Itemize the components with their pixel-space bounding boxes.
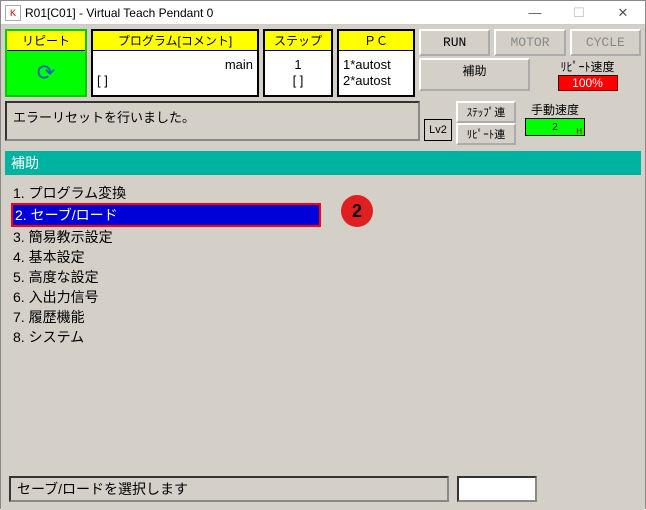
repeat-header: リピート: [7, 31, 85, 51]
repeat-speed-box: ﾘﾋﾟｰﾄ速度 100%: [534, 58, 641, 91]
step-column: ｽﾃｯﾌﾟ連 ﾘﾋﾟｰﾄ連: [456, 101, 516, 141]
manual-speed-value[interactable]: 2: [525, 118, 585, 136]
row2: エラーリセットを行いました。 Lv2 ｽﾃｯﾌﾟ連 ﾘﾋﾟｰﾄ連 手動速度 2: [5, 101, 641, 141]
program-value: main: [93, 57, 257, 73]
message-box: エラーリセットを行いました。: [5, 101, 420, 141]
program-bracket: [ ]: [93, 73, 257, 89]
content-area: リピート ⟳ プログラム[コメント] main [ ] ステップ 1 [ ] Ｐ…: [1, 25, 645, 510]
status-box: セーブ/ロードを選択します: [9, 476, 449, 502]
aux-button[interactable]: 補助: [419, 58, 530, 91]
step-panel[interactable]: ステップ 1 [ ]: [263, 29, 333, 97]
menu-item[interactable]: 7. 履歴機能: [11, 307, 635, 327]
menu-item[interactable]: 6. 入出力信号: [11, 287, 635, 307]
section-header: 補助: [5, 151, 641, 175]
program-header: プログラム[コメント]: [93, 31, 257, 51]
menu-area: 1. プログラム変換2. セーブ/ロード3. 簡易教示設定4. 基本設定5. 高…: [5, 175, 641, 445]
menu-item[interactable]: 1. プログラム変換: [11, 183, 635, 203]
maximize-button: ☐: [557, 1, 601, 25]
manual-speed-label: 手動速度: [531, 101, 579, 118]
menu-item[interactable]: 2. セーブ/ロード: [11, 203, 321, 227]
pc-panel[interactable]: ＰＣ 1*autost 2*autost: [337, 29, 415, 97]
step-header: ステップ: [265, 31, 331, 51]
top-row: リピート ⟳ プログラム[コメント] main [ ] ステップ 1 [ ] Ｐ…: [5, 29, 641, 97]
annotation-badge: 2: [341, 195, 373, 227]
menu-item[interactable]: 8. システム: [11, 327, 635, 347]
repeat-speed-value[interactable]: 100%: [558, 75, 618, 91]
menu-list: 1. プログラム変換2. セーブ/ロード3. 簡易教示設定4. 基本設定5. 高…: [11, 183, 635, 347]
pc-header: ＰＣ: [339, 31, 413, 51]
app-icon: K: [5, 5, 21, 21]
menu-item[interactable]: 5. 高度な設定: [11, 267, 635, 287]
minimize-button[interactable]: —: [513, 1, 557, 25]
close-button[interactable]: ✕: [601, 1, 645, 25]
bottom-row: セーブ/ロードを選択します: [5, 472, 641, 506]
lv2-indicator[interactable]: Lv2: [424, 119, 452, 141]
manual-speed-col: 手動速度 2: [520, 101, 590, 141]
repeat-cont-button[interactable]: ﾘﾋﾟｰﾄ連: [456, 123, 516, 145]
pc-row2: 2*autost: [339, 73, 413, 89]
input-box[interactable]: [457, 476, 537, 502]
step-cont-button[interactable]: ｽﾃｯﾌﾟ連: [456, 101, 516, 123]
cycle-arrows-icon: ⟳: [30, 57, 62, 89]
program-panel[interactable]: プログラム[コメント] main [ ]: [91, 29, 259, 97]
titlebar: K R01[C01] - Virtual Teach Pendant 0 — ☐…: [1, 1, 645, 25]
pc-row1: 1*autost: [339, 57, 413, 73]
run-button[interactable]: RUN: [419, 29, 490, 56]
cycle-button[interactable]: CYCLE: [570, 29, 641, 56]
menu-item[interactable]: 4. 基本設定: [11, 247, 635, 267]
step-bracket: [ ]: [265, 73, 331, 89]
repeat-speed-label: ﾘﾋﾟｰﾄ速度: [560, 58, 614, 75]
motor-button[interactable]: MOTOR: [494, 29, 565, 56]
menu-item[interactable]: 3. 簡易教示設定: [11, 227, 635, 247]
repeat-panel[interactable]: リピート ⟳: [5, 29, 87, 97]
right-cluster: RUN MOTOR CYCLE 補助 ﾘﾋﾟｰﾄ速度 100%: [419, 29, 641, 97]
step-value: 1: [265, 57, 331, 73]
window-title: R01[C01] - Virtual Teach Pendant 0: [25, 6, 513, 20]
